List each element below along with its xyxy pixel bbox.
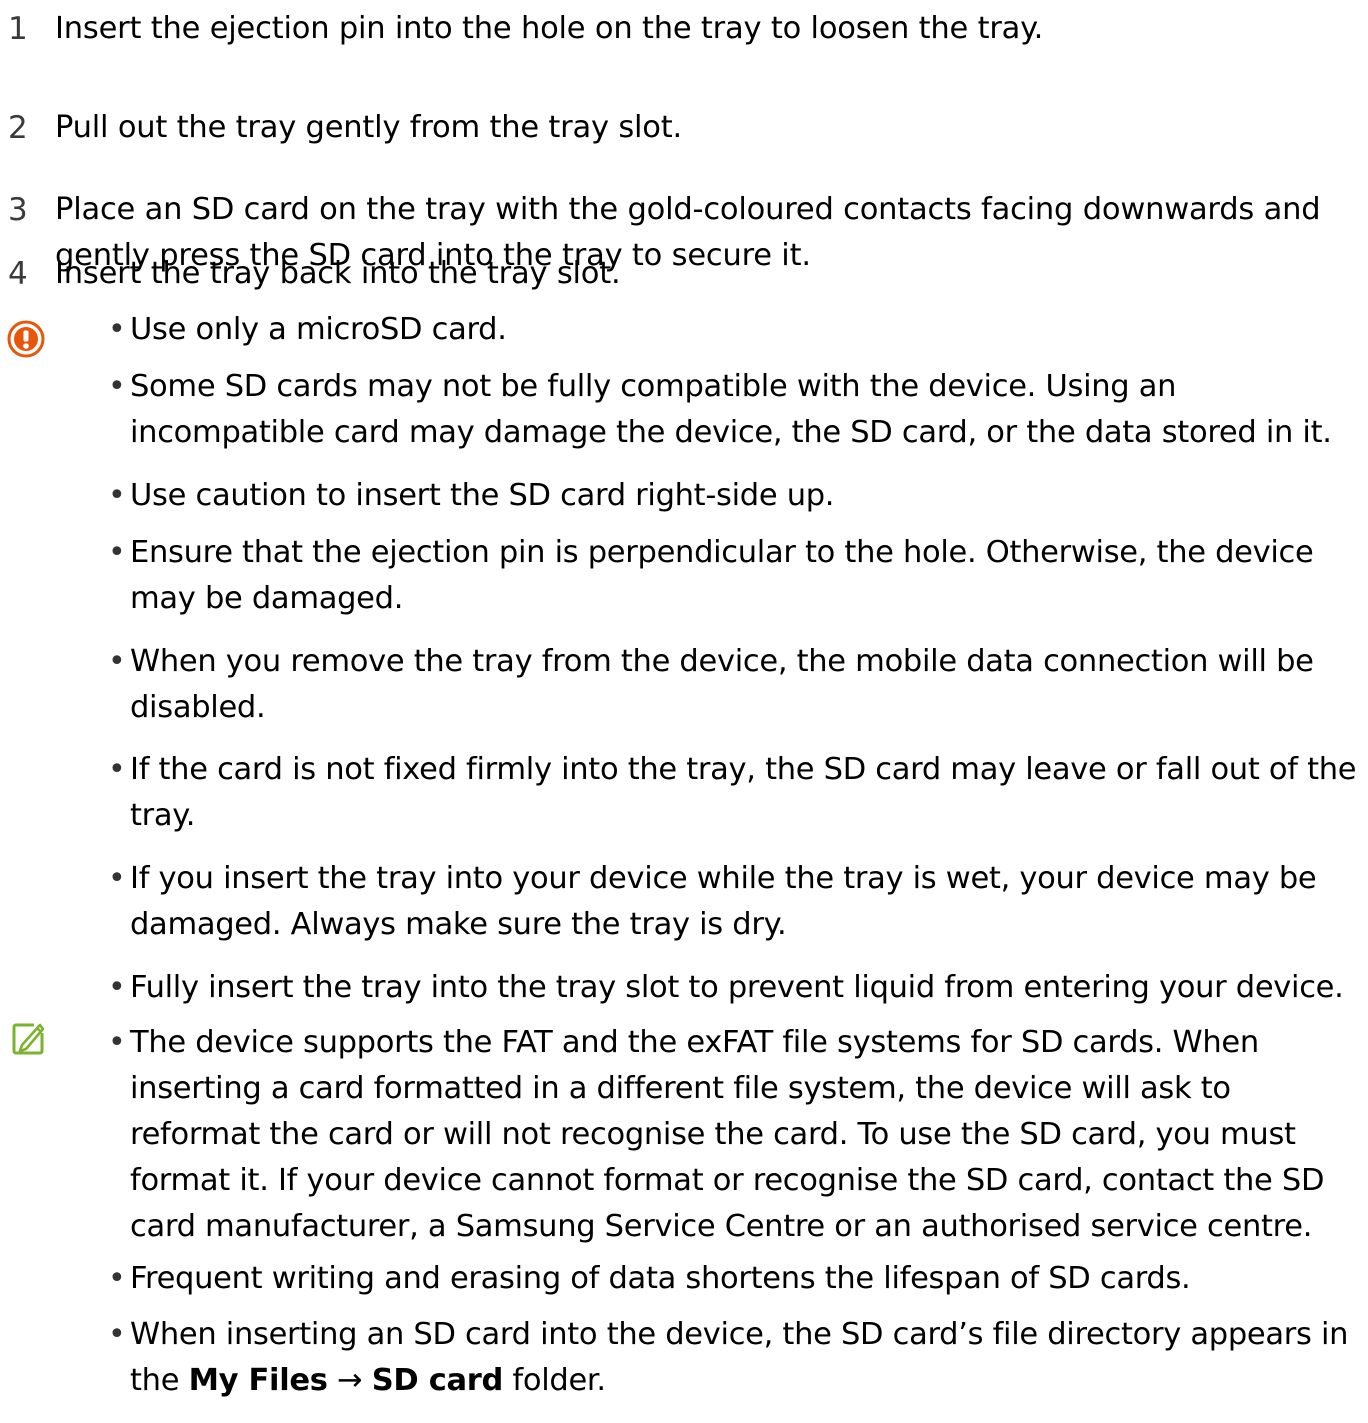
caution-bullet: • Use caution to insert the SD card righ…: [108, 473, 1360, 519]
bullet-text: The device supports the FAT and the exFA…: [130, 1025, 1325, 1244]
menu-path-sd-card: SD card: [371, 1363, 504, 1398]
step-text: Insert the ejection pin into the hole on…: [55, 11, 1044, 46]
caution-bullet: • Use only a microSD card.: [108, 307, 1360, 353]
step-text: Insert the tray back into the tray slot.: [55, 256, 621, 291]
bullet-text: Frequent writing and erasing of data sho…: [130, 1261, 1191, 1296]
step-text: Pull out the tray gently from the tray s…: [55, 110, 683, 145]
note-bullet: • The device supports the FAT and the ex…: [108, 1020, 1360, 1250]
step-number: 2: [8, 110, 28, 146]
caution-bullet: • If you insert the tray into your devic…: [108, 856, 1360, 948]
step-number: 1: [8, 11, 28, 47]
step-number: 4: [8, 256, 28, 292]
bullet-text-suffix: folder.: [503, 1363, 606, 1398]
note-icon: [12, 1023, 45, 1055]
note-bullet: • Frequent writing and erasing of data s…: [108, 1256, 1360, 1302]
bullet-text: When inserting an SD card into the devic…: [130, 1312, 1360, 1404]
bullet-text: Some SD cards may not be fully compatibl…: [130, 369, 1332, 450]
caution-bullet: • Fully insert the tray into the tray sl…: [108, 965, 1360, 1011]
caution-bullet: • Ensure that the ejection pin is perpen…: [108, 530, 1360, 622]
bullet-text: If you insert the tray into your device …: [130, 861, 1317, 942]
caution-bullet: • When you remove the tray from the devi…: [108, 639, 1360, 731]
bullet-text: If the card is not fixed firmly into the…: [130, 752, 1357, 833]
step-1: 1 Insert the ejection pin into the hole …: [8, 6, 1358, 52]
bullet-text: When you remove the tray from the device…: [130, 644, 1314, 725]
bullet-text: Ensure that the ejection pin is perpendi…: [130, 535, 1314, 616]
caution-icon: [7, 320, 45, 358]
manual-page: 1 Insert the ejection pin into the hole …: [0, 0, 1368, 1423]
arrow-icon: →: [337, 1363, 363, 1398]
bullet-text: Fully insert the tray into the tray slot…: [130, 970, 1344, 1005]
menu-path-my-files: My Files: [188, 1363, 328, 1398]
note-bullet: • When inserting an SD card into the dev…: [108, 1312, 1360, 1404]
caution-bullet: • Some SD cards may not be fully compati…: [108, 364, 1360, 456]
step-4: 4 Insert the tray back into the tray slo…: [8, 251, 1358, 297]
bullet-text: Use only a microSD card.: [130, 312, 507, 347]
step-2: 2 Pull out the tray gently from the tray…: [8, 105, 1358, 151]
caution-bullet: • If the card is not fixed firmly into t…: [108, 747, 1360, 839]
bullet-text: Use caution to insert the SD card right-…: [130, 478, 835, 513]
